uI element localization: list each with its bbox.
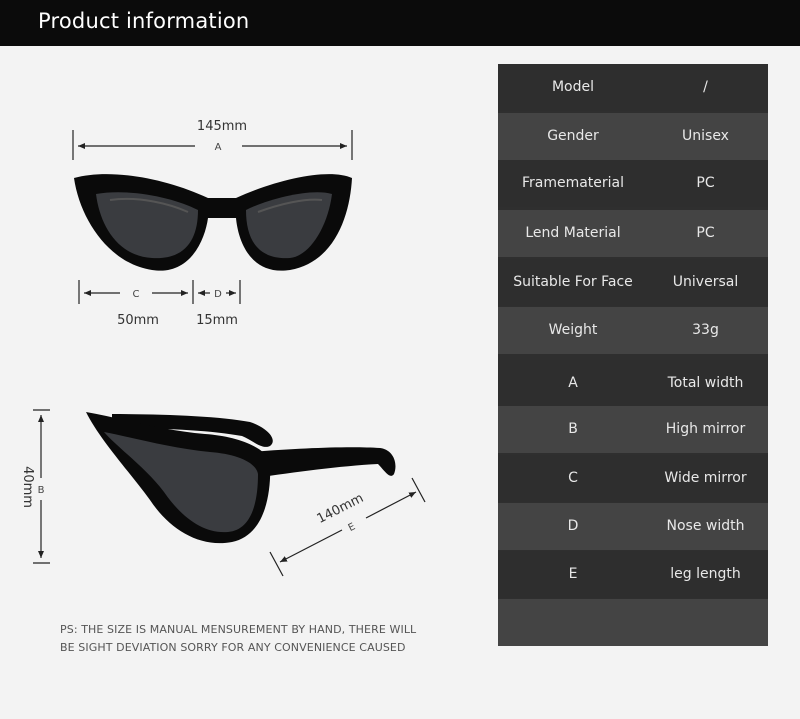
dimension-c: C 50mm bbox=[78, 280, 194, 328]
spec-label: Framematerial bbox=[521, 175, 625, 191]
spec-value: 33g bbox=[692, 322, 719, 338]
spec-label: Lend Material bbox=[525, 225, 621, 241]
note-line-2: BE SIGHT DEVIATION SORRY FOR ANY CONVENI… bbox=[60, 641, 406, 654]
spec-value: Universal bbox=[672, 274, 739, 290]
spec-row-c: C Wide mirror bbox=[498, 455, 768, 502]
spec-value: Total width bbox=[667, 375, 744, 391]
spec-row-empty bbox=[498, 599, 768, 646]
dimension-b-letter: B bbox=[38, 485, 45, 496]
spec-label: E bbox=[568, 566, 578, 582]
dimension-a: 145mm A bbox=[72, 119, 353, 160]
spec-row-frame-material: Framematerial PC bbox=[498, 160, 768, 207]
spec-table: Model / Gender Unisex Framematerial PC L… bbox=[498, 64, 768, 646]
spec-row-model: Model / bbox=[498, 64, 768, 111]
spec-label: A bbox=[568, 375, 578, 391]
measurement-note: PS: THE SIZE IS MANUAL MENSUREMENT BY HA… bbox=[60, 621, 460, 657]
spec-value: / bbox=[703, 79, 708, 95]
spec-label: C bbox=[568, 470, 578, 486]
dimension-e-letter: E bbox=[347, 521, 358, 534]
spec-label: Weight bbox=[548, 322, 598, 338]
spec-label: Model bbox=[551, 79, 595, 95]
front-glasses-image bbox=[74, 174, 352, 271]
dimension-a-value: 145mm bbox=[197, 119, 247, 134]
spec-value: PC bbox=[696, 175, 715, 191]
dimension-c-letter: C bbox=[133, 289, 140, 300]
dimension-e: 140mm E bbox=[269, 477, 426, 577]
spec-row-face: Suitable For Face Universal bbox=[498, 259, 768, 306]
note-line-1: PS: THE SIZE IS MANUAL MENSUREMENT BY HA… bbox=[60, 623, 417, 636]
dimension-c-value: 50mm bbox=[117, 313, 159, 328]
dimension-a-letter: A bbox=[215, 142, 222, 153]
dimension-d-letter: D bbox=[214, 289, 222, 300]
spec-row-e: E leg length bbox=[498, 551, 768, 598]
spec-label: D bbox=[567, 518, 579, 534]
spec-row-gender: Gender Unisex bbox=[498, 113, 768, 160]
spec-value: Nose width bbox=[666, 518, 745, 534]
spec-value: Unisex bbox=[682, 128, 729, 144]
spec-value: High mirror bbox=[665, 421, 746, 437]
spec-row-a: A Total width bbox=[498, 360, 768, 407]
spec-row-lens-material: Lend Material PC bbox=[498, 210, 768, 257]
dimension-d-value: 15mm bbox=[196, 313, 238, 328]
spec-label: Suitable For Face bbox=[513, 274, 633, 290]
dimension-b: B 40mm bbox=[20, 409, 50, 564]
spec-value: leg length bbox=[670, 566, 741, 582]
spec-row-d: D Nose width bbox=[498, 503, 768, 550]
dimension-e-value: 140mm bbox=[315, 491, 366, 527]
spec-value: PC bbox=[696, 225, 715, 241]
spec-label: Gender bbox=[547, 128, 599, 144]
dimension-d: D 15mm bbox=[196, 280, 241, 328]
spec-row-b: B High mirror bbox=[498, 406, 768, 453]
spec-label: B bbox=[568, 421, 578, 437]
spec-row-weight: Weight 33g bbox=[498, 307, 768, 354]
spec-value: Wide mirror bbox=[664, 470, 747, 486]
dimension-b-value: 40mm bbox=[20, 466, 35, 508]
